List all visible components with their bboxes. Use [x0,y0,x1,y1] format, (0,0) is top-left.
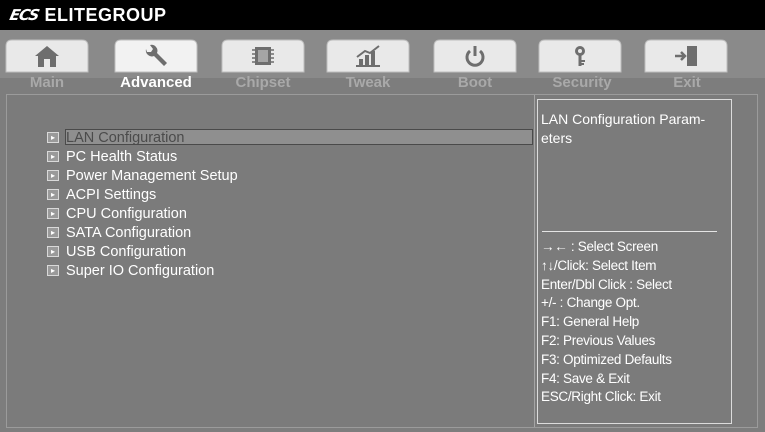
menu-item-label: ACPI Settings [66,186,157,203]
submenu-arrow-icon: ▸ [47,246,59,257]
header-bar: ECS ELITEGROUP [0,0,765,30]
chart-icon [325,41,411,71]
tab-exit[interactable] [643,38,729,74]
tab-strip [0,30,765,78]
tab-label-security[interactable]: Security [527,74,637,91]
help-panel: LAN Configuration Param-eters →← : Selec… [537,95,757,427]
menu-item-usb-configuration[interactable]: ▸ USB Configuration [47,242,238,261]
key-hint: →← : Select Screen [541,239,658,254]
key-hint: +/- : Change Opt. [541,295,640,311]
menu-item-label: USB Configuration [66,243,187,260]
key-hint: F1: General Help [541,314,639,330]
key-hint: F4: Save & Exit [541,370,630,386]
submenu-arrow-icon: ▸ [47,132,59,143]
home-icon [4,41,90,71]
key-hint: Enter/Dbl Click : Select [541,276,672,292]
menu-item-acpi-settings[interactable]: ▸ ACPI Settings [47,185,238,204]
submenu-arrow-icon: ▸ [47,227,59,238]
ecs-logo-mark: ECS [8,6,41,24]
tab-label-tweak[interactable]: Tweak [313,74,423,91]
tab-label-advanced[interactable]: Advanced [101,74,211,91]
help-description: LAN Configuration Param-eters [541,111,706,146]
menu-item-power-management-setup[interactable]: ▸ Power Management Setup [47,166,238,185]
tab-label-main[interactable]: Main [0,74,102,91]
menu-item-super-io-configuration[interactable]: ▸ Super IO Configuration [47,261,238,280]
tab-label-exit[interactable]: Exit [632,74,742,91]
content-panel: ▸ LAN Configuration ▸ PC Health Status ▸… [6,94,758,428]
menu-item-pc-health-status[interactable]: ▸ PC Health Status [47,147,238,166]
help-box: LAN Configuration Param-eters →← : Selec… [537,99,732,424]
chip-icon [220,41,306,71]
menu-item-label: CPU Configuration [66,205,187,222]
submenu-arrow-icon: ▸ [47,151,59,162]
submenu-arrow-icon: ▸ [47,208,59,219]
key-hint: ↑↓/Click: Select Item [541,257,657,273]
key-legend: →← : Select Screen ↑↓/Click: Select Item… [541,238,731,407]
menu-list: ▸ LAN Configuration ▸ PC Health Status ▸… [47,128,533,280]
submenu-arrow-icon: ▸ [47,189,59,200]
tab-chipset[interactable] [220,38,306,74]
menu-item-lan-configuration[interactable]: ▸ LAN Configuration [47,128,533,147]
panel-divider [534,95,535,427]
key-hint: F2: Previous Values [541,332,656,348]
menu-item-label: Power Management Setup [66,167,238,184]
tab-security[interactable] [537,38,623,74]
key-hint: ESC/Right Click: Exit [541,389,661,405]
menu-item-cpu-configuration[interactable]: ▸ CPU Configuration [47,204,238,223]
tab-tweak[interactable] [325,38,411,74]
wrench-icon [113,41,199,71]
tab-advanced[interactable] [113,38,199,74]
menu-panel: ▸ LAN Configuration ▸ PC Health Status ▸… [7,95,535,427]
brand-logo: ECS ELITEGROUP [8,4,167,26]
bios-window: ECS ELITEGROUP Main Advanced Chipset Twe… [0,0,765,432]
tab-boot[interactable] [432,38,518,74]
tab-label-boot[interactable]: Boot [420,74,530,91]
power-icon [432,41,518,71]
menu-item-label: PC Health Status [66,148,178,165]
submenu-arrow-icon: ▸ [47,170,59,181]
key-icon [537,41,623,71]
menu-item-sata-configuration[interactable]: ▸ SATA Configuration [47,223,238,242]
menu-item-label: SATA Configuration [66,224,192,241]
brand-name: ELITEGROUP [44,4,167,25]
menu-item-label: Super IO Configuration [66,262,215,279]
tab-label-chipset[interactable]: Chipset [208,74,318,91]
tab-main[interactable] [4,38,90,74]
help-divider [542,231,717,232]
key-hint: F3: Optimized Defaults [541,351,672,367]
submenu-arrow-icon: ▸ [47,265,59,276]
exit-door-icon [643,41,729,71]
tab-labels: Main Advanced Chipset Tweak Boot Securit… [0,74,765,94]
menu-item-label: LAN Configuration [66,129,185,146]
